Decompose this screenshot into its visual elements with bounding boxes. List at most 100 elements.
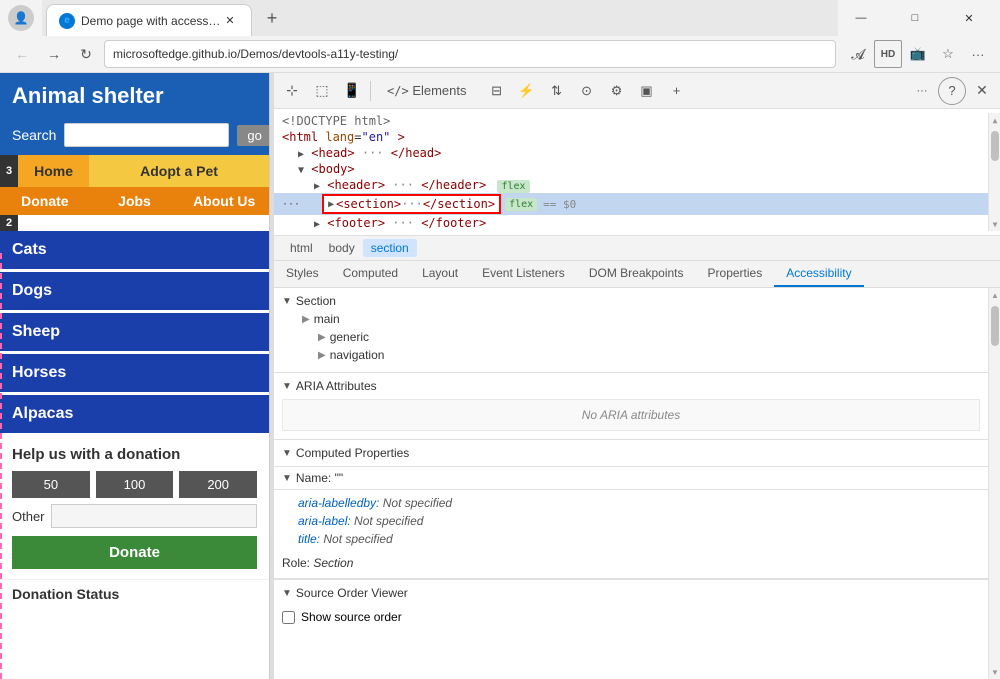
hd-icon[interactable]: HD <box>874 40 902 68</box>
animal-item-sheep[interactable]: Sheep <box>0 313 269 351</box>
animal-item-dogs[interactable]: Dogs <box>0 272 269 310</box>
breadcrumb-section[interactable]: section <box>363 239 417 257</box>
donate-nav-button[interactable]: Donate <box>0 187 90 215</box>
dom-section-row[interactable]: ··· ▶ <section> ··· </section> flex == $… <box>274 193 988 215</box>
dom-html[interactable]: <html lang="en" > <box>274 129 988 145</box>
address-input[interactable] <box>104 40 836 68</box>
aria-empty-text: No ARIA attributes <box>291 408 971 422</box>
read-aloud-icon[interactable]: 𝓐 <box>844 40 872 68</box>
source-order-header[interactable]: ▼ Source Order Viewer <box>274 580 988 606</box>
breadcrumb-body[interactable]: body <box>321 239 363 257</box>
acc-scroll-thumb[interactable] <box>991 306 999 346</box>
amount-200-button[interactable]: 200 <box>179 471 257 498</box>
search-label: Search <box>12 127 56 143</box>
forward-button[interactable]: → <box>40 40 68 68</box>
close-button[interactable]: ✕ <box>946 2 992 34</box>
tab-properties[interactable]: Properties <box>696 261 775 287</box>
minimize-button[interactable]: — <box>838 2 884 34</box>
tab-elements[interactable]: </> Elements <box>375 73 479 109</box>
show-source-order-checkbox[interactable] <box>282 611 295 624</box>
computed-triangle-icon: ▼ <box>282 448 292 459</box>
dom-tree-wrapper: <!DOCTYPE html> <html lang="en" > ▶ <hea… <box>274 113 1000 231</box>
inspect-icon[interactable]: ⊹ <box>278 77 306 105</box>
amount-50-button[interactable]: 50 <box>12 471 90 498</box>
help-button[interactable]: ? <box>938 77 966 105</box>
sub-tabs-bar: Styles Computed Layout Event Listeners D… <box>274 261 1000 288</box>
performance-icon[interactable]: ⊙ <box>573 77 601 105</box>
title-key: title: <box>298 532 320 546</box>
issues-icon[interactable]: ⚡ <box>513 77 541 105</box>
favorites-icon[interactable]: ☆ <box>934 40 962 68</box>
aria-labelledby-key: aria-labelledby: <box>298 496 379 510</box>
donate-button[interactable]: Donate <box>12 536 257 569</box>
tab-event-listeners[interactable]: Event Listeners <box>470 261 577 287</box>
aria-label-val: Not specified <box>354 514 423 528</box>
acc-section-tree: ▼ Section ▶ main ▶ generic ▶ <box>274 288 988 373</box>
maximize-button[interactable]: □ <box>892 2 938 34</box>
console-icon[interactable]: ⊟ <box>483 77 511 105</box>
add-icon[interactable]: + <box>663 77 691 105</box>
acc-tree-generic-label: generic <box>330 330 369 344</box>
more-icon[interactable]: ··· <box>964 40 992 68</box>
badge-1: 3 <box>0 155 18 187</box>
cast-icon[interactable]: 📺 <box>904 40 932 68</box>
network-icon[interactable]: ⇅ <box>543 77 571 105</box>
animal-item-alpacas[interactable]: Alpacas <box>0 395 269 433</box>
jobs-nav-button[interactable]: Jobs <box>90 187 180 215</box>
acc-scroll-up[interactable]: ▲ <box>989 288 1000 302</box>
acc-scroll-down[interactable]: ▼ <box>989 665 1000 679</box>
scroll-down-arrow[interactable]: ▼ <box>989 217 1000 231</box>
name-row-header[interactable]: ▼ Name: "" <box>274 467 988 490</box>
close-devtools-button[interactable]: ✕ <box>968 77 996 105</box>
dom-scrollbar[interactable]: ▲ ▼ <box>988 113 1000 231</box>
settings-icon[interactable]: ⚙ <box>603 77 631 105</box>
acc-tree-nav-label: navigation <box>330 348 385 362</box>
more-button[interactable]: ··· <box>908 77 936 105</box>
device-icon[interactable]: 📱 <box>338 77 366 105</box>
aria-section-header[interactable]: ▼ ARIA Attributes <box>274 373 988 399</box>
tab-dom-breakpoints[interactable]: DOM Breakpoints <box>577 261 696 287</box>
dom-doctype[interactable]: <!DOCTYPE html> <box>274 113 988 129</box>
home-nav-button[interactable]: Home <box>18 155 89 187</box>
box-select-icon[interactable]: ⬚ <box>308 77 336 105</box>
amount-100-button[interactable]: 100 <box>96 471 174 498</box>
acc-scrollbar[interactable]: ▲ ▼ <box>988 288 1000 679</box>
source-order-triangle-icon: ▼ <box>282 588 292 599</box>
about-nav-button[interactable]: About Us <box>179 187 269 215</box>
computed-section-header[interactable]: ▼ Computed Properties <box>274 440 988 466</box>
dom-header[interactable]: ▶ <header> ··· </header> flex <box>274 177 988 193</box>
back-button[interactable]: ← <box>8 40 36 68</box>
donation-section: Help us with a donation 50 100 200 Other… <box>0 436 269 579</box>
refresh-button[interactable]: ↻ <box>72 40 100 68</box>
active-tab[interactable]: e Demo page with accessibility issu ✕ <box>46 4 252 36</box>
tab-close-button[interactable]: ✕ <box>221 12 239 30</box>
acc-tree-items: ▶ main ▶ generic ▶ navigation <box>282 308 980 366</box>
title-val: Not specified <box>323 532 392 546</box>
acc-section-header[interactable]: ▼ Section <box>282 294 980 308</box>
layers-icon[interactable]: ▣ <box>633 77 661 105</box>
tab-accessibility[interactable]: Accessibility <box>774 261 863 287</box>
animal-item-horses[interactable]: Horses <box>0 354 269 392</box>
tab-computed[interactable]: Computed <box>331 261 410 287</box>
devtools-tabs: </> Elements <box>375 73 479 109</box>
tab-styles[interactable]: Styles <box>274 261 331 287</box>
scroll-up-arrow[interactable]: ▲ <box>989 113 1000 127</box>
animal-list: Cats Dogs Sheep Horses Alpacas <box>0 231 269 436</box>
dom-body[interactable]: ▼ <body> <box>274 161 988 177</box>
adopt-nav-button[interactable]: Adopt a Pet <box>89 155 269 187</box>
scroll-thumb[interactable] <box>991 131 999 161</box>
animal-item-cats[interactable]: Cats <box>0 231 269 269</box>
tab-layout[interactable]: Layout <box>410 261 470 287</box>
aria-labelledby-val: Not specified <box>383 496 452 510</box>
nav-triangle-icon: ▶ <box>318 350 326 361</box>
dom-footer[interactable]: ▶ <footer> ··· </footer> <box>274 215 988 231</box>
name-triangle-icon: ▼ <box>282 473 292 484</box>
breadcrumb-html[interactable]: html <box>282 239 321 257</box>
new-tab-button[interactable]: + <box>256 2 288 34</box>
search-input[interactable] <box>64 123 229 147</box>
other-amount-input[interactable] <box>51 504 257 528</box>
go-button[interactable]: go <box>237 125 270 146</box>
aria-labelledby-row: aria-labelledby: Not specified <box>298 494 964 512</box>
dom-head[interactable]: ▶ <head> ··· </head> <box>274 145 988 161</box>
acc-scroll-track <box>989 302 1000 665</box>
